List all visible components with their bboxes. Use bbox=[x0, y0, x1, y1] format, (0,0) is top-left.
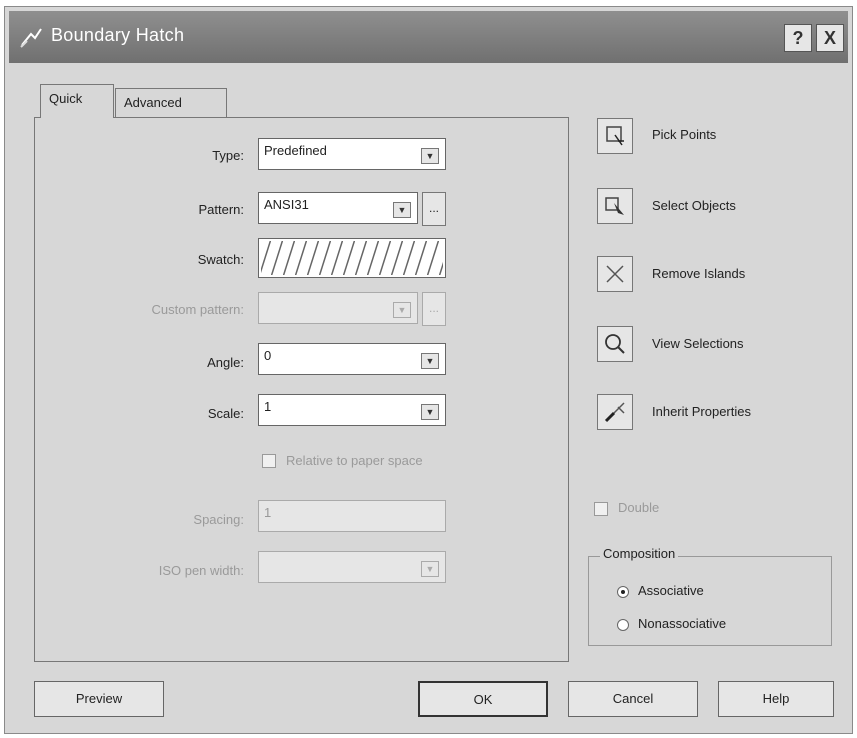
paintbrush-icon bbox=[604, 402, 625, 423]
angle-label: Angle: bbox=[207, 355, 244, 370]
hatch-app-icon bbox=[20, 28, 42, 48]
chevron-down-icon[interactable]: ▼ bbox=[393, 302, 411, 318]
type-label: Type: bbox=[212, 148, 244, 163]
select-objects-label: Select Objects bbox=[652, 198, 736, 213]
hatch-pattern-icon bbox=[261, 241, 443, 275]
double-label: Double bbox=[618, 500, 660, 515]
spacing-field[interactable]: 1 bbox=[258, 500, 446, 532]
pattern-value: ANSI31 bbox=[264, 197, 309, 212]
cancel-button[interactable]: Cancel bbox=[568, 681, 698, 717]
relative-label: Relative to paper space bbox=[286, 453, 423, 468]
remove-islands-label: Remove Islands bbox=[652, 266, 746, 281]
pattern-select[interactable]: ANSI31 ▼ bbox=[258, 192, 418, 224]
associative-label: Associative bbox=[638, 583, 704, 598]
title-bar[interactable]: Boundary Hatch ? X bbox=[9, 11, 848, 63]
remove-islands-button[interactable] bbox=[597, 256, 633, 292]
type-select[interactable]: Predefined ▼ bbox=[258, 138, 446, 170]
chevron-down-icon[interactable]: ▼ bbox=[421, 148, 439, 164]
ok-button[interactable]: OK bbox=[418, 681, 548, 717]
pattern-browse-button[interactable]: ... bbox=[422, 192, 446, 226]
angle-select[interactable]: 0 ▼ bbox=[258, 343, 446, 375]
scale-select[interactable]: 1 ▼ bbox=[258, 394, 446, 426]
tab-advanced[interactable]: Advanced bbox=[115, 88, 227, 117]
scale-value: 1 bbox=[264, 399, 272, 414]
select-objects-button[interactable] bbox=[597, 188, 633, 224]
select-objects-icon bbox=[605, 197, 624, 215]
custom-pattern-select[interactable]: ▼ bbox=[258, 292, 418, 324]
relative-checkbox[interactable] bbox=[262, 454, 276, 468]
swatch-preview[interactable] bbox=[258, 238, 446, 278]
window-title: Boundary Hatch bbox=[51, 25, 185, 45]
chevron-down-icon[interactable]: ▼ bbox=[421, 353, 439, 369]
pattern-label: Pattern: bbox=[198, 202, 244, 217]
pick-points-button[interactable] bbox=[597, 118, 633, 154]
double-checkbox[interactable] bbox=[594, 502, 608, 516]
custom-pattern-label: Custom pattern: bbox=[151, 302, 245, 317]
nonassociative-radio[interactable] bbox=[617, 619, 629, 631]
close-button[interactable]: X bbox=[816, 24, 844, 52]
spacing-label: Spacing: bbox=[193, 512, 244, 527]
composition-group bbox=[588, 556, 832, 646]
chevron-down-icon[interactable]: ▼ bbox=[421, 404, 439, 420]
scale-label: Scale: bbox=[207, 406, 244, 421]
angle-value: 0 bbox=[264, 348, 272, 363]
inherit-properties-label: Inherit Properties bbox=[652, 404, 751, 419]
composition-title: Composition bbox=[600, 546, 679, 561]
help-button[interactable]: ? bbox=[784, 24, 812, 52]
inherit-properties-button[interactable] bbox=[597, 394, 633, 430]
view-selections-label: View Selections bbox=[652, 336, 744, 351]
magnifier-icon bbox=[605, 334, 625, 354]
pick-points-icon bbox=[606, 126, 624, 146]
type-value: Predefined bbox=[264, 143, 327, 158]
remove-islands-icon bbox=[606, 265, 624, 283]
tab-quick[interactable]: Quick bbox=[40, 84, 114, 118]
swatch-label: Swatch: bbox=[197, 252, 244, 267]
custom-pattern-browse-button[interactable]: ... bbox=[422, 292, 446, 326]
help-dialog-button[interactable]: Help bbox=[718, 681, 834, 717]
preview-button[interactable]: Preview bbox=[34, 681, 164, 717]
view-selections-button[interactable] bbox=[597, 326, 633, 362]
iso-pen-width-label: ISO pen width: bbox=[158, 563, 244, 578]
chevron-down-icon[interactable]: ▼ bbox=[421, 561, 439, 577]
pick-points-label: Pick Points bbox=[652, 127, 717, 142]
chevron-down-icon[interactable]: ▼ bbox=[393, 202, 411, 218]
associative-radio[interactable] bbox=[617, 586, 629, 598]
nonassociative-label: Nonassociative bbox=[638, 616, 727, 631]
iso-pen-width-select[interactable]: ▼ bbox=[258, 551, 446, 583]
spacing-value: 1 bbox=[264, 505, 272, 520]
